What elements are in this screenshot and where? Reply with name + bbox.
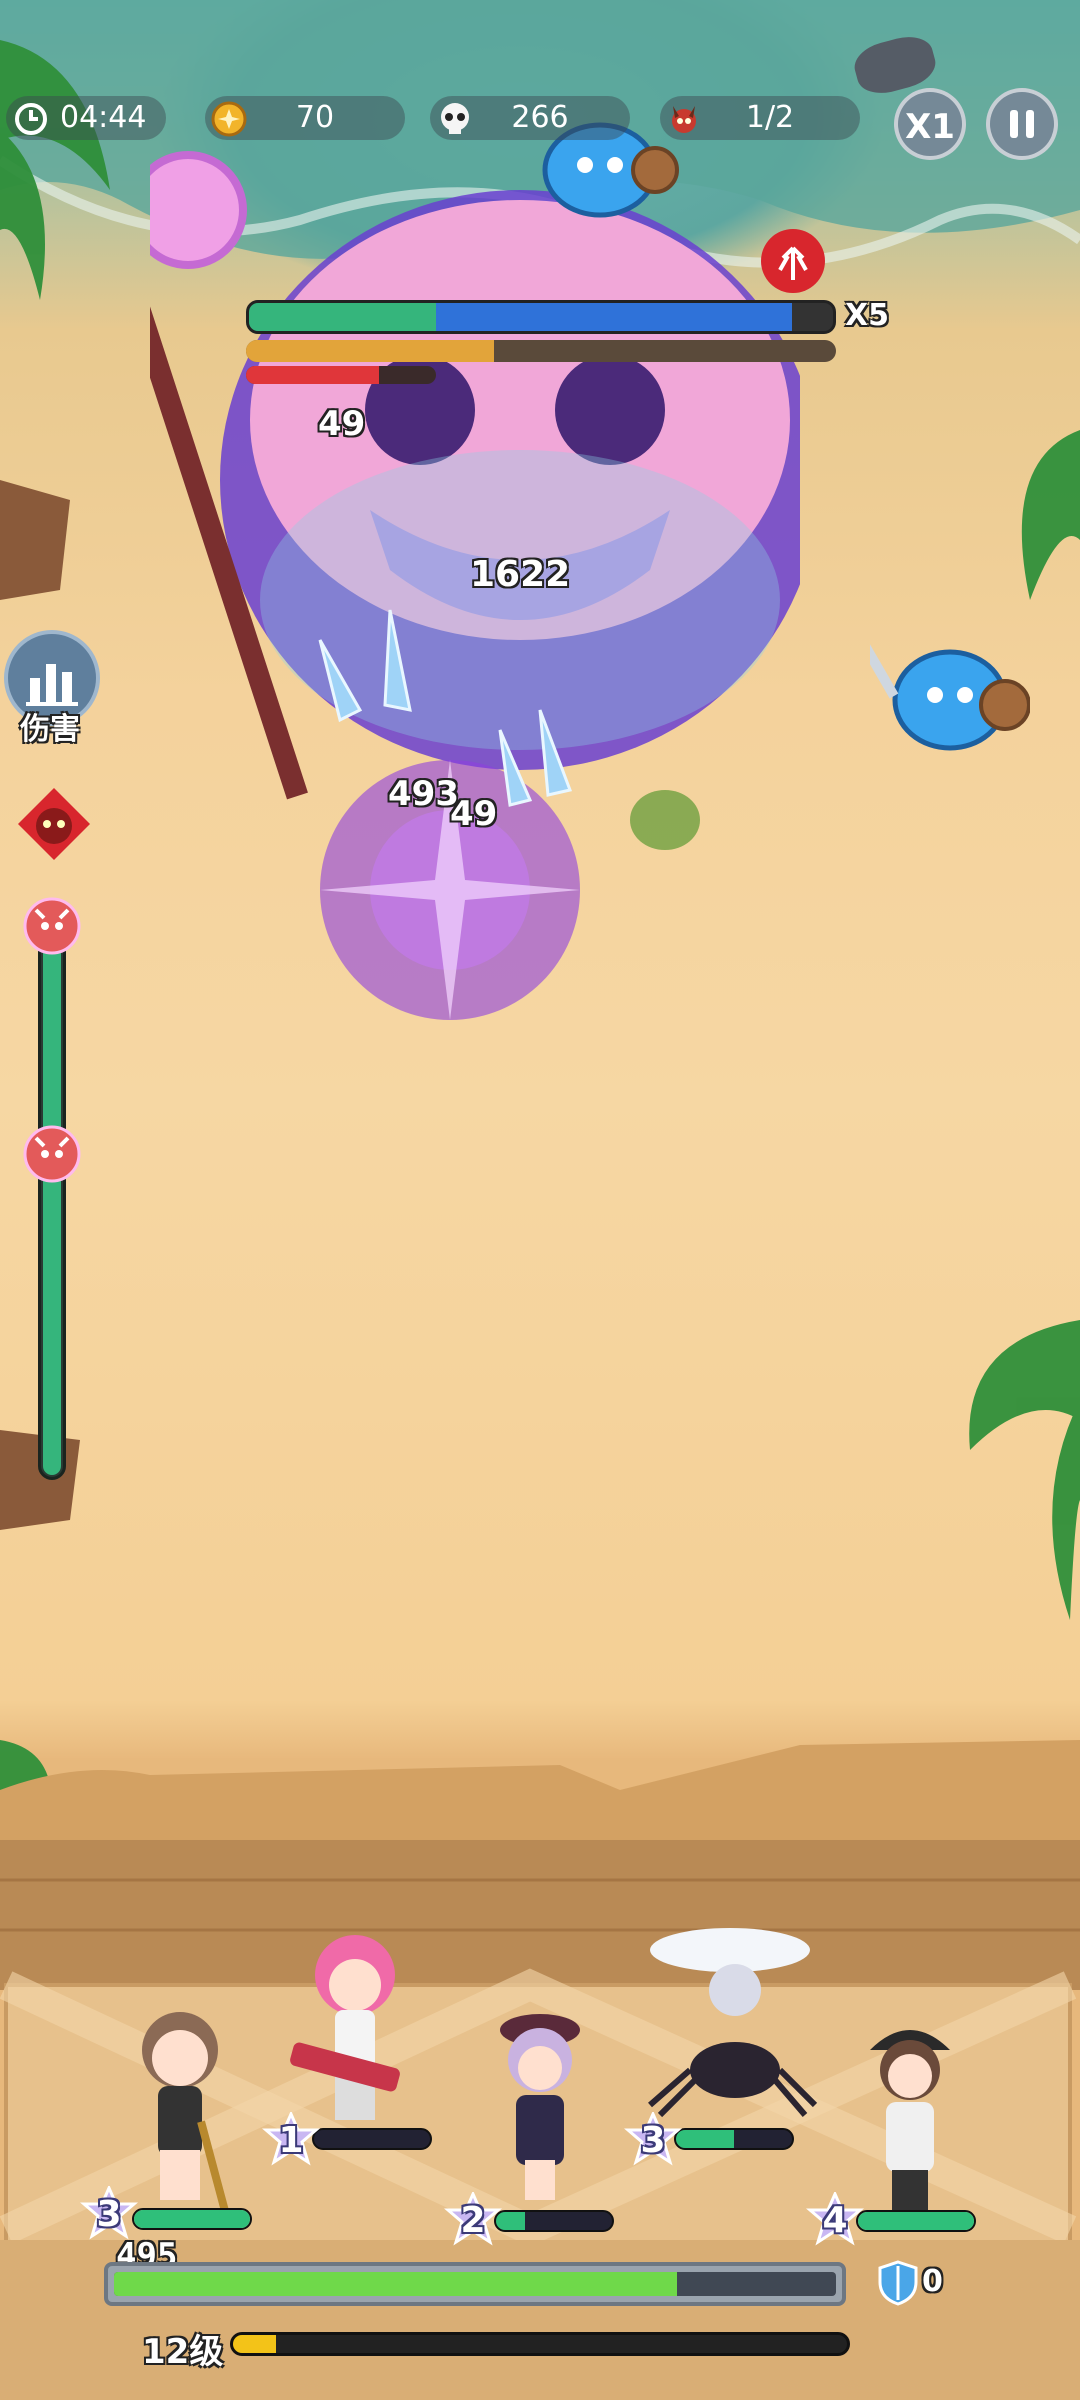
slime-enemy[interactable] (870, 620, 1030, 760)
damage-number: 1622 (470, 554, 571, 595)
hero-hp-bar (312, 2128, 432, 2150)
damage-stats-label: 伤害 (20, 712, 80, 747)
boss-marker-icon (23, 897, 81, 955)
wave-progress-track (38, 920, 66, 1480)
damage-number: 493 (388, 774, 459, 814)
arrow-buff-icon (761, 229, 825, 293)
hero-star-badge[interactable]: 4 (805, 2190, 865, 2250)
skull-icon (441, 103, 469, 134)
boss-multiplier: X5 (845, 298, 890, 333)
boss-marker-icon (23, 1125, 81, 1183)
pause-icon (1010, 110, 1034, 138)
hero-gunner-girl[interactable] (280, 1930, 430, 2130)
poison-splat (630, 790, 700, 850)
boss-hp-bar (246, 300, 836, 334)
damage-number: 49 (450, 794, 498, 834)
hero-witch-girl[interactable] (470, 2000, 610, 2210)
damage-number: 49 (318, 404, 366, 444)
speed-button[interactable]: X1 (894, 88, 966, 160)
xp-bar (230, 2332, 850, 2356)
base-hp-bar (104, 2262, 846, 2306)
wave-count: 1/2 (745, 100, 795, 135)
hero-hp-bar (494, 2210, 614, 2232)
hero-hp-bar (856, 2210, 976, 2232)
clock-icon (15, 103, 47, 135)
hero-star-level: 3 (96, 2194, 122, 2235)
hero-star-badge[interactable]: 1 (261, 2110, 321, 2170)
kill-count: 266 (511, 100, 569, 135)
demon-icon (672, 106, 696, 133)
hero-star-badge[interactable]: 2 (443, 2190, 503, 2250)
shield-icon (878, 2260, 918, 2306)
hero-hp-bar (674, 2128, 794, 2150)
hero-spider-rider[interactable] (640, 1920, 820, 2120)
hero-star-level: 3 (640, 2120, 666, 2161)
pause-button[interactable] (986, 88, 1058, 160)
demon-mask-icon (18, 788, 90, 860)
shield-value: 0 (922, 2264, 943, 2299)
hero-star-level: 4 (822, 2200, 848, 2241)
coin-icon (211, 101, 247, 137)
level-label: 12级 (142, 2332, 224, 2372)
hero-star-badge[interactable]: 3 (623, 2110, 683, 2170)
timer-text: 04:44 (60, 100, 147, 135)
hero-star-level: 1 (278, 2120, 304, 2161)
boss-rage-bar (246, 366, 436, 384)
boss-shield-bar (246, 340, 836, 362)
hero-hp-bar (132, 2208, 252, 2230)
coin-count: 70 (295, 100, 335, 135)
hero-cap-girl[interactable] (840, 2010, 980, 2220)
hero-star-level: 2 (460, 2200, 486, 2241)
